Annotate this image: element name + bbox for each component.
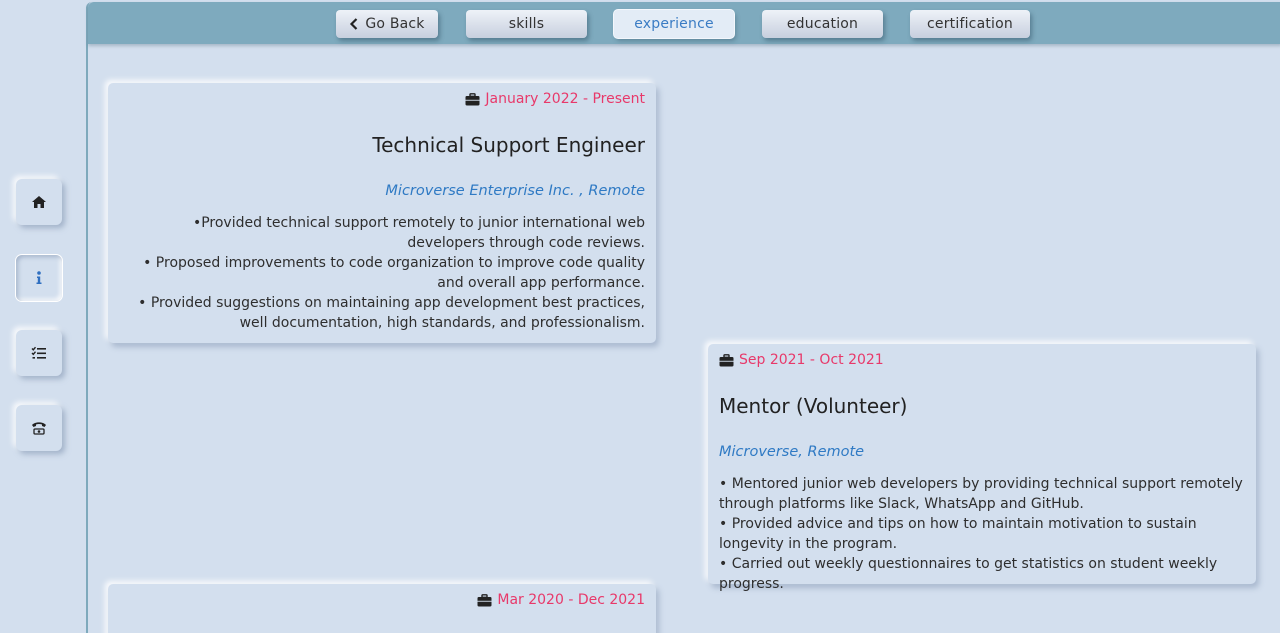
top-navigation: Go Back skills experience education cert… bbox=[88, 2, 1280, 44]
experience-date: January 2022 - Present bbox=[119, 91, 645, 107]
company-name: Microverse, Remote bbox=[719, 444, 865, 460]
briefcase-icon bbox=[465, 92, 480, 105]
description-bullet: • Mentored junior web developers by prov… bbox=[719, 476, 1243, 512]
home-icon bbox=[32, 196, 46, 208]
description-bullet: • Provided advice and tips on how to mai… bbox=[719, 516, 1197, 552]
chevron-left-icon bbox=[350, 18, 358, 30]
sidebar-item-resume[interactable] bbox=[16, 330, 62, 376]
experience-date: Sep 2021 - Oct 2021 bbox=[719, 352, 1245, 368]
job-title: Mentor (Volunteer) bbox=[719, 394, 908, 418]
list-check-icon bbox=[31, 346, 46, 359]
experience-card: January 2022 - Present Technical Support… bbox=[108, 83, 656, 343]
date-text: January 2022 - Present bbox=[485, 91, 645, 107]
sidebar bbox=[0, 0, 86, 633]
description-bullet: • Carried out weekly questionnaires to g… bbox=[719, 556, 1218, 592]
description-bullet: • Provided suggestions on maintaining ap… bbox=[138, 295, 645, 331]
main-panel: Go Back skills experience education cert… bbox=[86, 2, 1280, 633]
sidebar-item-contact[interactable] bbox=[16, 405, 62, 451]
experience-date: Mar 2020 - Dec 2021 bbox=[119, 592, 645, 608]
company-name: Microverse Enterprise Inc. , Remote bbox=[385, 183, 645, 199]
job-description: •Provided technical support remotely to … bbox=[119, 213, 645, 333]
tab-certification[interactable]: certification bbox=[910, 10, 1030, 38]
date-text: Sep 2021 - Oct 2021 bbox=[739, 352, 884, 368]
tab-experience[interactable]: experience bbox=[614, 10, 734, 38]
briefcase-icon bbox=[477, 593, 492, 606]
description-bullet: • Proposed improvements to code organiza… bbox=[143, 255, 645, 291]
date-text: Mar 2020 - Dec 2021 bbox=[497, 592, 645, 608]
experience-card: Sep 2021 - Oct 2021 Mentor (Volunteer) M… bbox=[708, 344, 1256, 592]
tab-skills[interactable]: skills bbox=[466, 10, 587, 38]
sidebar-item-about[interactable] bbox=[16, 255, 62, 301]
description-bullet: •Provided technical support remotely to … bbox=[192, 215, 645, 251]
go-back-button[interactable]: Go Back bbox=[336, 10, 438, 38]
tab-education[interactable]: education bbox=[762, 10, 883, 38]
experience-card: Mar 2020 - Dec 2021 bbox=[108, 584, 656, 633]
sidebar-item-home[interactable] bbox=[16, 179, 62, 225]
info-icon bbox=[36, 271, 42, 284]
job-description: • Mentored junior web developers by prov… bbox=[719, 474, 1245, 594]
job-title: Technical Support Engineer bbox=[372, 133, 645, 157]
briefcase-icon bbox=[719, 353, 734, 366]
go-back-label: Go Back bbox=[365, 16, 425, 32]
phone-icon bbox=[32, 422, 46, 435]
